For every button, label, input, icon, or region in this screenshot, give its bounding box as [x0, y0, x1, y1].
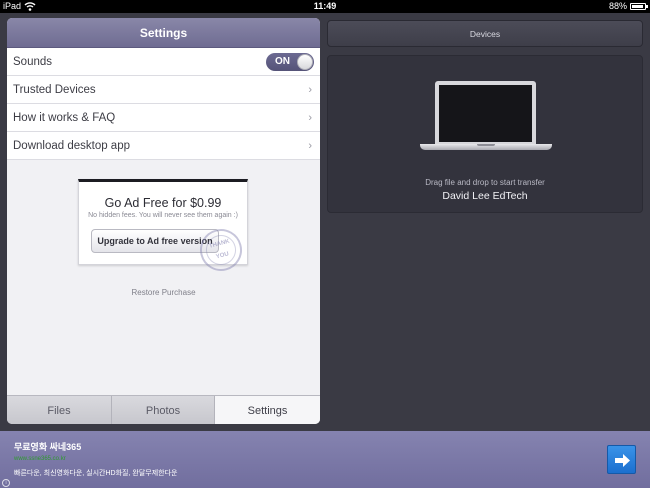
settings-panel: Settings Sounds ON Trusted Devices › How…	[7, 18, 320, 424]
info-icon[interactable]: i	[2, 479, 10, 487]
clock: 11:49	[313, 1, 337, 11]
battery-fill	[632, 5, 643, 8]
chevron-right-icon: ›	[308, 111, 312, 124]
banner-title: 무료영화 싸네365	[14, 442, 82, 452]
sounds-row: Sounds ON	[7, 48, 320, 76]
download-desktop-label: Download desktop app	[13, 139, 130, 152]
chevron-right-icon: ›	[308, 83, 312, 96]
status-bar: iPad 11:49 88%	[0, 0, 650, 13]
battery-icon	[630, 3, 648, 10]
toggle-state: ON	[275, 55, 290, 67]
trusted-devices-label: Trusted Devices	[13, 83, 96, 96]
devices-drop-zone[interactable]: Drag file and drop to start transfer Dav…	[327, 55, 643, 213]
ad-banner[interactable]: 무료영화 싸네365 www.ssne365.co.kr 빠른다운, 최신영화다…	[0, 431, 650, 488]
restore-purchase-link[interactable]: Restore Purchase	[7, 288, 320, 297]
faq-row[interactable]: How it works & FAQ ›	[7, 104, 320, 132]
download-desktop-row[interactable]: Download desktop app ›	[7, 132, 320, 160]
settings-header: Settings	[7, 18, 320, 48]
tab-settings[interactable]: Settings	[215, 396, 320, 424]
banner-url: www.ssne365.co.kr	[14, 456, 66, 462]
sounds-label: Sounds	[13, 55, 53, 68]
trusted-devices-row[interactable]: Trusted Devices ›	[7, 76, 320, 104]
devices-header: Devices	[327, 20, 643, 47]
tab-photos[interactable]: Photos	[111, 396, 215, 424]
battery-percent: 88%	[608, 1, 627, 11]
ad-free-card: Go Ad Free for $0.99 No hidden fees. You…	[78, 179, 248, 276]
sounds-toggle[interactable]: ON	[266, 52, 314, 71]
settings-title: Settings	[139, 25, 188, 40]
laptop-icon[interactable]	[420, 81, 552, 153]
tab-bar: Files Photos Settings	[7, 395, 320, 424]
banner-description: 빠른다운, 최신영화다운, 실시간HD화질, 완달무제한다운	[14, 470, 178, 477]
toggle-knob	[297, 53, 313, 70]
ad-free-note: No hidden fees. You will never see them …	[88, 212, 238, 219]
arrow-right-icon[interactable]	[607, 445, 636, 474]
chevron-right-icon: ›	[308, 139, 312, 152]
faq-label: How it works & FAQ	[13, 111, 116, 124]
ad-free-title: Go Ad Free for $0.99	[104, 196, 222, 210]
drag-hint: Drag file and drop to start transfer	[425, 178, 545, 187]
settings-list: Sounds ON Trusted Devices › How it works…	[7, 48, 320, 160]
devices-title: Devices	[469, 28, 501, 39]
tab-files[interactable]: Files	[7, 396, 111, 424]
device-name: David Lee EdTech	[442, 190, 528, 202]
